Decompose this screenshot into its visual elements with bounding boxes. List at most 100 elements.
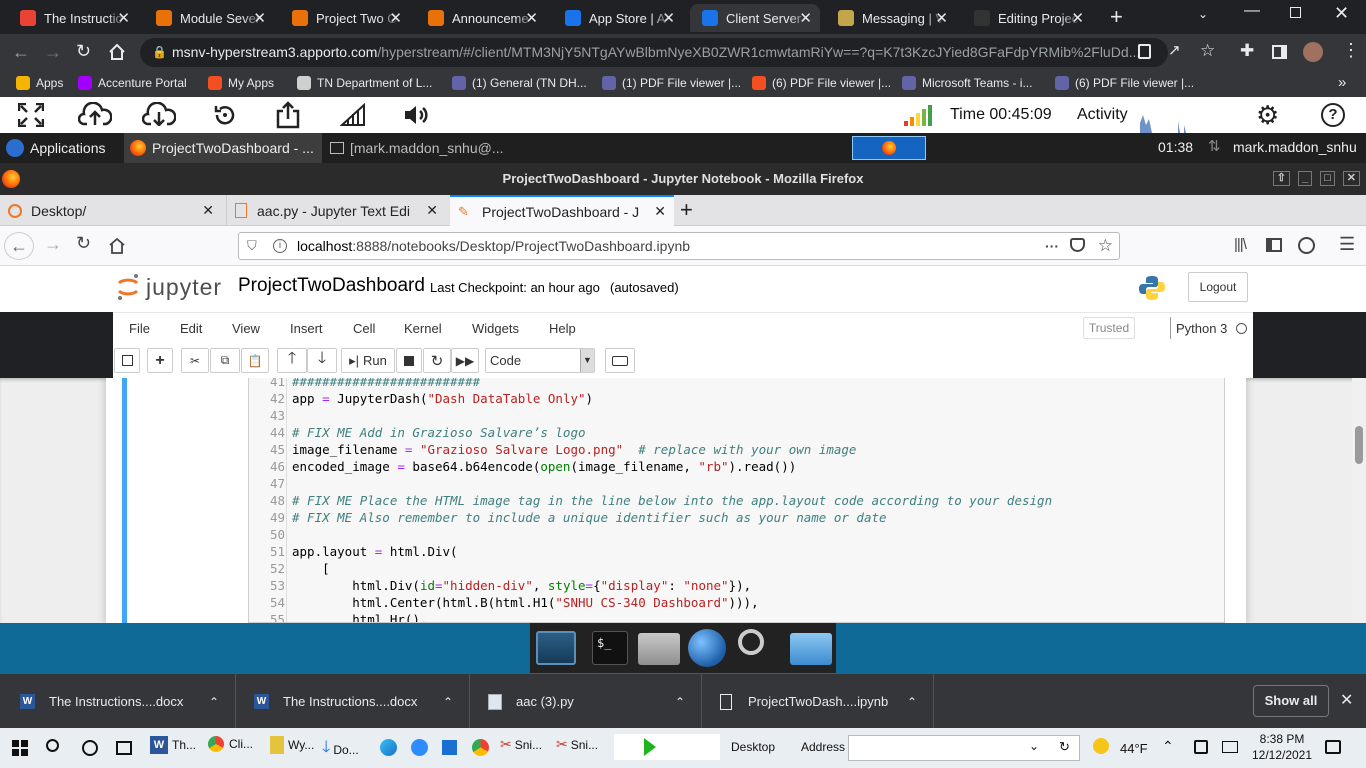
ff-tab-aac[interactable]: aac.py - Jupyter Text Edi ✕: [226, 195, 446, 226]
run-button[interactable]: ▸| Run: [341, 348, 395, 373]
code-line[interactable]: encoded_image = base64.b64encode(open(im…: [292, 459, 796, 474]
windows-start-icon[interactable]: [12, 740, 28, 756]
library-icon[interactable]: |||\: [1234, 236, 1247, 253]
forward-icon[interactable]: →: [44, 234, 62, 255]
chevron-down-icon[interactable]: ⌄: [1029, 739, 1039, 753]
menu-file[interactable]: File: [129, 321, 150, 336]
extensions-icon[interactable]: ✚: [1240, 41, 1254, 61]
chrome-menu-icon[interactable]: ⋮: [1342, 40, 1360, 61]
chrome-tab[interactable]: Announceme ✕: [416, 4, 546, 32]
cortana-icon[interactable]: [82, 740, 98, 756]
zoom-icon[interactable]: [411, 739, 428, 756]
close-tab-icon[interactable]: ✕: [525, 9, 538, 27]
taskbar-word[interactable]: W Th...: [150, 736, 196, 754]
menu-insert[interactable]: Insert: [290, 321, 323, 336]
pocket-icon[interactable]: [1070, 238, 1085, 252]
chrome-tab[interactable]: Module Seven ✕: [144, 4, 274, 32]
clock-time[interactable]: 8:38 PM: [1252, 732, 1312, 746]
close-tab-icon[interactable]: ✕: [1071, 9, 1084, 27]
chrome-address-bar[interactable]: 🔒 msnv-hyperstream3.apporto.com/hyperstr…: [140, 38, 1168, 67]
chrome-tab[interactable]: The Instructio ✕: [8, 4, 138, 32]
taskbar-wy[interactable]: Wy...: [270, 736, 314, 754]
window-controls[interactable]: ⇧ _ □ ✕: [1272, 171, 1360, 186]
menu-help[interactable]: Help: [549, 321, 576, 336]
chrome-tab[interactable]: Project Two G ✕: [280, 4, 410, 32]
account-icon[interactable]: [1298, 237, 1315, 254]
address-toolbar-input[interactable]: ⌄ ↻: [848, 735, 1080, 761]
share-icon[interactable]: [1138, 44, 1151, 59]
bookmark-star-icon[interactable]: ☆: [1200, 41, 1215, 61]
jupyter-logo[interactable]: jupyter: [116, 272, 222, 302]
settings-gear-icon[interactable]: ⚙: [1256, 101, 1279, 129]
forward-icon[interactable]: →: [44, 42, 62, 63]
minimize-window-button[interactable]: —: [1244, 2, 1260, 20]
bookmark-item[interactable]: (6) PDF File viewer |...: [1055, 76, 1194, 90]
taskbar-snip2[interactable]: ✂ Sni...: [556, 736, 598, 753]
back-icon[interactable]: ←: [4, 232, 34, 260]
home-folder-icon[interactable]: [638, 633, 680, 665]
ff-menu-icon[interactable]: ☰: [1339, 234, 1355, 255]
applications-menu[interactable]: Applications: [0, 133, 106, 163]
trusted-indicator[interactable]: Trusted: [1083, 317, 1135, 339]
code-line[interactable]: app = JupyterDash("Dash DataTable Only"): [292, 391, 593, 406]
minimize-icon[interactable]: _: [1298, 171, 1313, 186]
panel-window-firefox[interactable]: ProjectTwoDashboard - ...: [124, 133, 322, 163]
close-tab-icon[interactable]: ✕: [662, 9, 675, 27]
search-icon[interactable]: [46, 739, 59, 752]
send-icon[interactable]: ↗: [1168, 41, 1181, 59]
panel-window-terminal[interactable]: [mark.maddon_snhu@...: [326, 133, 526, 163]
new-tab-button[interactable]: +: [1110, 6, 1123, 28]
more-bookmarks-icon[interactable]: »: [1338, 74, 1346, 91]
maximize-icon[interactable]: □: [1320, 171, 1335, 186]
close-tab-icon[interactable]: ✕: [202, 202, 214, 219]
restart-button[interactable]: ↻: [423, 348, 451, 373]
code-line[interactable]: html.Center(html.B(html.H1("SNHU CS-340 …: [292, 595, 758, 610]
show-all-button[interactable]: Show all: [1253, 685, 1329, 717]
scrollbar-thumb[interactable]: [1355, 426, 1363, 464]
ff-tab-dashboard[interactable]: ✎ ProjectTwoDashboard - J ✕: [450, 195, 674, 226]
code-line[interactable]: html.Div(id="hidden-div", style={"displa…: [292, 578, 751, 593]
restore-session-icon[interactable]: [212, 102, 238, 128]
shade-icon[interactable]: ⇧: [1272, 171, 1290, 186]
code-cell-editor[interactable]: 41 ######################### 42 app = Jupyt…: [248, 378, 1225, 623]
chrome-tab[interactable]: App Store | A ✕: [553, 4, 683, 32]
copy-cell-button[interactable]: ⧉: [210, 348, 240, 373]
chrome-tab[interactable]: Messaging | V ✕: [826, 4, 956, 32]
restart-run-all-button[interactable]: ▶▶: [451, 348, 479, 373]
close-tab-icon[interactable]: ✕: [253, 9, 266, 27]
clock-date[interactable]: 12/12/2021: [1247, 748, 1317, 762]
reload-icon[interactable]: ↻: [76, 233, 91, 254]
code-line[interactable]: [: [292, 561, 330, 576]
restore-window-button[interactable]: [1290, 7, 1301, 18]
chrome-tab[interactable]: Client Server ✕: [690, 4, 820, 32]
media-widget[interactable]: [614, 734, 720, 760]
page-actions-icon[interactable]: ···: [1045, 233, 1059, 259]
chrome-icon[interactable]: [472, 739, 489, 756]
chevron-up-icon[interactable]: ⌃: [443, 695, 453, 709]
notebook-name[interactable]: ProjectTwoDashboard: [238, 275, 425, 297]
menu-cell[interactable]: Cell: [353, 321, 375, 336]
code-line[interactable]: #########################: [292, 378, 480, 389]
workspace-switcher[interactable]: [852, 136, 926, 160]
code-line[interactable]: # FIX ME Place the HTML image tag in the…: [292, 493, 1052, 508]
bookmark-item[interactable]: (1) PDF File viewer |...: [602, 76, 741, 90]
tab-search-icon[interactable]: ⌄: [1198, 7, 1208, 21]
ff-new-tab-button[interactable]: +: [680, 197, 693, 223]
cloud-download-icon[interactable]: [142, 102, 176, 126]
insert-cell-button[interactable]: +: [147, 348, 173, 373]
help-icon[interactable]: ?: [1321, 103, 1345, 127]
desktop-toolbar[interactable]: Desktop: [731, 740, 775, 754]
panel-username[interactable]: mark.maddon_snhu: [1233, 139, 1357, 155]
files-folder-icon[interactable]: [790, 633, 832, 665]
taskbar-chrome[interactable]: Cli...: [208, 736, 253, 752]
edge-icon[interactable]: [380, 739, 397, 756]
keyboard-layout-icon[interactable]: [1222, 741, 1238, 753]
network-icon[interactable]: [1194, 740, 1208, 754]
notification-icon[interactable]: [1325, 740, 1341, 754]
volume-icon[interactable]: [403, 104, 431, 126]
share-upload-icon[interactable]: [275, 101, 301, 129]
weather-temp[interactable]: 44°F: [1120, 741, 1148, 756]
code-line[interactable]: # FIX ME Also remember to include a uniq…: [292, 510, 887, 525]
menu-view[interactable]: View: [232, 321, 260, 336]
code-line[interactable]: image_filename = "Grazioso Salvare Logo.…: [292, 442, 856, 457]
